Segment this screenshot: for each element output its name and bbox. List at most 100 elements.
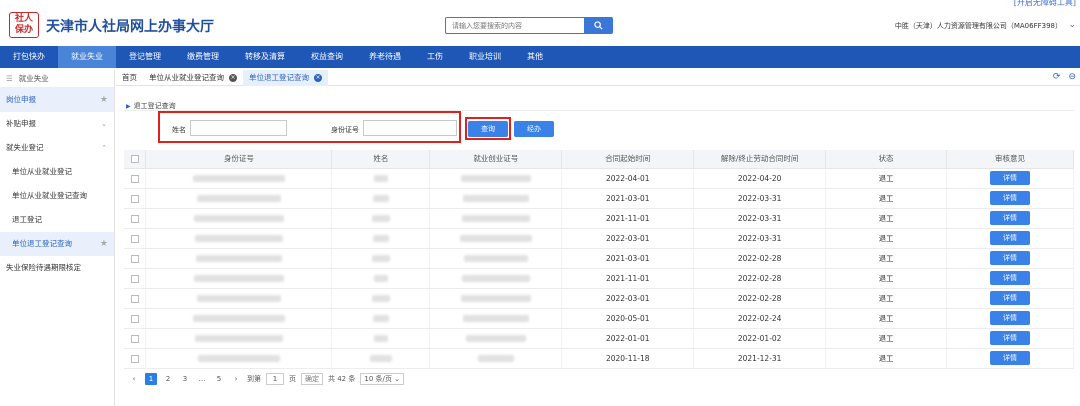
nav-item[interactable]: 养老待遇	[356, 46, 414, 68]
chevron-down-icon[interactable]: ⌄	[1068, 20, 1076, 30]
start-cell: 2020-05-01	[561, 308, 695, 329]
accessibility-link[interactable]: [开启无障碍工具]	[1014, 0, 1076, 8]
review-cell: 详情	[946, 228, 1074, 249]
nav-item[interactable]: 权益查询	[298, 46, 356, 68]
redacted-value	[196, 295, 281, 302]
row-checkbox[interactable]	[130, 174, 139, 183]
goto-page-input[interactable]: 1	[266, 373, 284, 385]
page-number[interactable]: 2	[162, 373, 174, 385]
star-icon[interactable]: ★	[100, 88, 108, 112]
start-cell: 2022-01-01	[561, 328, 695, 349]
id-cell	[145, 268, 333, 289]
row-checkbox[interactable]	[130, 234, 139, 243]
more-icon[interactable]: ⊖	[1068, 72, 1076, 82]
row-checkbox[interactable]	[130, 254, 139, 263]
detail-button[interactable]: 详情	[990, 331, 1030, 345]
id-cell	[145, 328, 333, 349]
handle-button[interactable]: 经办	[514, 121, 554, 137]
sidebar-item[interactable]: 岗位申报 ★	[0, 88, 114, 112]
nav-item[interactable]: 就业失业	[58, 46, 116, 68]
detail-button[interactable]: 详情	[990, 311, 1030, 325]
end-cell: 2022-04-20	[693, 168, 827, 189]
nav-item[interactable]: 职业培训	[456, 46, 514, 68]
page-number[interactable]: 5	[213, 373, 225, 385]
job-cert-cell	[429, 248, 563, 269]
menu-icon[interactable]: ☰	[6, 74, 13, 83]
col-status: 状态	[825, 150, 948, 169]
tab[interactable]: 首页	[116, 70, 143, 86]
sidebar-item[interactable]: 补贴申报 ⌄	[0, 112, 114, 136]
close-icon[interactable]: ×	[314, 74, 322, 82]
id-input[interactable]	[363, 120, 457, 136]
refresh-icon[interactable]: ⟳	[1053, 72, 1061, 82]
sidebar-item[interactable]: 失业保险待遇期限核定	[0, 256, 114, 280]
detail-button[interactable]: 详情	[990, 211, 1030, 225]
end-cell: 2022-02-28	[693, 268, 827, 289]
row-checkbox[interactable]	[130, 334, 139, 343]
search-button[interactable]	[584, 18, 612, 33]
tab-bar: 首页 单位从业就业登记查询 × 单位退工登记查询 × ⟳ ⊖	[116, 70, 1080, 86]
site-title: 天津市人社局网上办事大厅	[46, 19, 214, 35]
sidebar-item-label: 单位退工登记查询	[12, 239, 72, 248]
status-cell: 退工	[825, 228, 948, 249]
end-cell: 2022-01-02	[693, 328, 827, 349]
col-end: 解除/终止劳动合同时间	[693, 150, 827, 169]
detail-button[interactable]: 详情	[990, 231, 1030, 245]
nav-item[interactable]: 工伤	[414, 46, 456, 68]
status-cell: 退工	[825, 288, 948, 309]
select-all-checkbox[interactable]	[130, 155, 139, 164]
name-input[interactable]	[190, 120, 287, 136]
nav-item[interactable]: 其他	[514, 46, 556, 68]
confirm-button[interactable]: 确定	[301, 373, 323, 385]
nav-item[interactable]: 打包快办	[0, 46, 58, 68]
detail-button[interactable]: 详情	[990, 271, 1030, 285]
results-table: 身份证号 姓名 就业创业证号 合同起始时间 解除/终止劳动合同时间 状态 审核意…	[124, 150, 1074, 369]
star-icon[interactable]: ★	[100, 232, 108, 256]
row-checkbox[interactable]	[130, 274, 139, 283]
sidebar-item-label: 就失业登记	[6, 143, 44, 152]
row-checkbox[interactable]	[130, 194, 139, 203]
close-icon[interactable]: ×	[229, 74, 237, 82]
id-cell	[145, 208, 333, 229]
row-select-cell	[124, 208, 147, 229]
start-cell: 2022-03-01	[561, 228, 695, 249]
sidebar-item-label: 失业保险待遇期限核定	[6, 263, 81, 272]
tab[interactable]: 单位退工登记查询 ×	[243, 70, 328, 86]
sidebar-item[interactable]: 退工登记	[0, 208, 114, 232]
detail-button[interactable]: 详情	[990, 171, 1030, 185]
row-select-cell	[124, 328, 147, 349]
page-number[interactable]: 1	[145, 373, 157, 385]
row-checkbox[interactable]	[130, 214, 139, 223]
name-label: 姓名	[172, 126, 186, 134]
search-input[interactable]	[446, 18, 584, 33]
col-name: 姓名	[331, 150, 431, 169]
page-number: ...	[198, 375, 206, 383]
page-number[interactable]: 3	[179, 373, 191, 385]
sidebar-item[interactable]: 单位从业就业登记查询	[0, 184, 114, 208]
sidebar-item[interactable]: 就失业登记 ⌃	[0, 136, 114, 160]
detail-button[interactable]: 详情	[990, 351, 1030, 365]
next-page-icon[interactable]: ›	[230, 373, 242, 385]
sidebar-header: ☰ 就业失业	[0, 70, 114, 88]
nav-item[interactable]: 登记管理	[116, 46, 174, 68]
tab[interactable]: 单位从业就业登记查询 ×	[143, 70, 243, 86]
query-button[interactable]: 查询	[468, 121, 508, 137]
row-checkbox[interactable]	[130, 354, 139, 363]
page-size-select[interactable]: 10 条/页 ⌄	[360, 373, 404, 385]
prev-page-icon[interactable]: ‹	[128, 373, 140, 385]
nav-item[interactable]: 转移及清算	[232, 46, 298, 68]
company-name[interactable]: 中胜（天津）人力资源管理有限公司（MA06FF398）	[895, 21, 1062, 31]
detail-button[interactable]: 详情	[990, 251, 1030, 265]
name-cell	[331, 348, 431, 369]
status-cell: 退工	[825, 188, 948, 209]
sidebar-item[interactable]: 单位从业就业登记	[0, 160, 114, 184]
row-checkbox[interactable]	[130, 314, 139, 323]
redacted-value	[461, 275, 530, 282]
redacted-value	[372, 235, 389, 242]
nav-item[interactable]: 缴费管理	[174, 46, 232, 68]
row-checkbox[interactable]	[130, 294, 139, 303]
sidebar-item[interactable]: 单位退工登记查询 ★	[0, 232, 114, 256]
col-start: 合同起始时间	[561, 150, 695, 169]
detail-button[interactable]: 详情	[990, 191, 1030, 205]
detail-button[interactable]: 详情	[990, 291, 1030, 305]
